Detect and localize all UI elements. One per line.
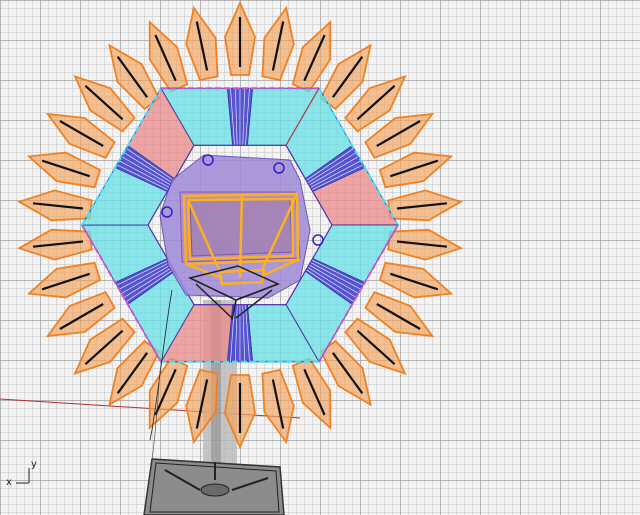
petal — [291, 357, 332, 430]
petal — [261, 5, 295, 82]
axis-y-label: y — [31, 459, 37, 470]
perspective-viewport[interactable]: y x — [0, 0, 640, 515]
model-scene[interactable] — [0, 0, 640, 515]
petal — [224, 0, 256, 76]
petal — [185, 5, 219, 82]
petal — [291, 20, 332, 93]
petal — [387, 189, 464, 222]
petal — [261, 368, 295, 445]
axis-x-label: x — [6, 477, 12, 488]
base-plate — [143, 458, 285, 515]
petal — [378, 151, 454, 189]
petal — [378, 261, 454, 299]
bolt-hole-icon — [312, 234, 324, 246]
petal — [387, 228, 464, 261]
petal — [26, 151, 102, 189]
petal — [16, 189, 93, 222]
petal — [16, 228, 93, 261]
petal — [148, 357, 189, 430]
petal — [26, 261, 102, 299]
petal — [148, 20, 189, 93]
axis-indicator — [16, 468, 30, 484]
